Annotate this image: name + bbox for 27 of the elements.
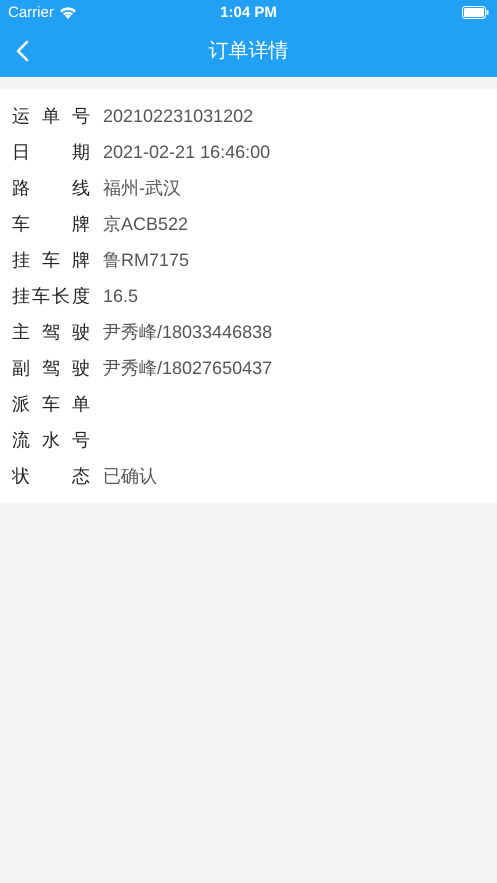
field-value: 2021-02-21 16:46:00	[103, 142, 270, 162]
field-label: 日期	[12, 141, 90, 164]
field-label: 挂车长度	[12, 285, 90, 308]
field-value: 尹秀峰/18033446838	[103, 321, 272, 344]
field-label: 派车单	[12, 393, 90, 416]
field-value: 京ACB522	[103, 213, 188, 236]
field-label: 车牌	[12, 213, 90, 236]
status-time: 1:04 PM	[220, 4, 277, 20]
battery-icon	[462, 6, 489, 18]
field-label: 挂车牌	[12, 249, 90, 272]
field-value: 福州-武汉	[103, 177, 181, 200]
wifi-icon	[58, 6, 77, 18]
field-value: 202102231031202	[103, 106, 254, 126]
field-value: 已确认	[103, 465, 157, 488]
field-label: 流水号	[12, 429, 90, 452]
field-value: 鲁RM7175	[103, 249, 190, 272]
field-label: 状态	[12, 465, 90, 488]
field-label: 主驾驶	[12, 321, 90, 344]
carrier-name: Carrier	[8, 4, 54, 20]
field-label: 副驾驶	[12, 357, 90, 380]
field-label: 路线	[12, 177, 90, 200]
field-value: 16.5	[103, 286, 138, 306]
field-value: 尹秀峰/18027650437	[103, 357, 272, 380]
field-label: 运单号	[12, 105, 90, 128]
page-title: 订单详情	[208, 39, 288, 64]
back-icon	[16, 40, 29, 62]
back-button[interactable]	[14, 38, 31, 64]
